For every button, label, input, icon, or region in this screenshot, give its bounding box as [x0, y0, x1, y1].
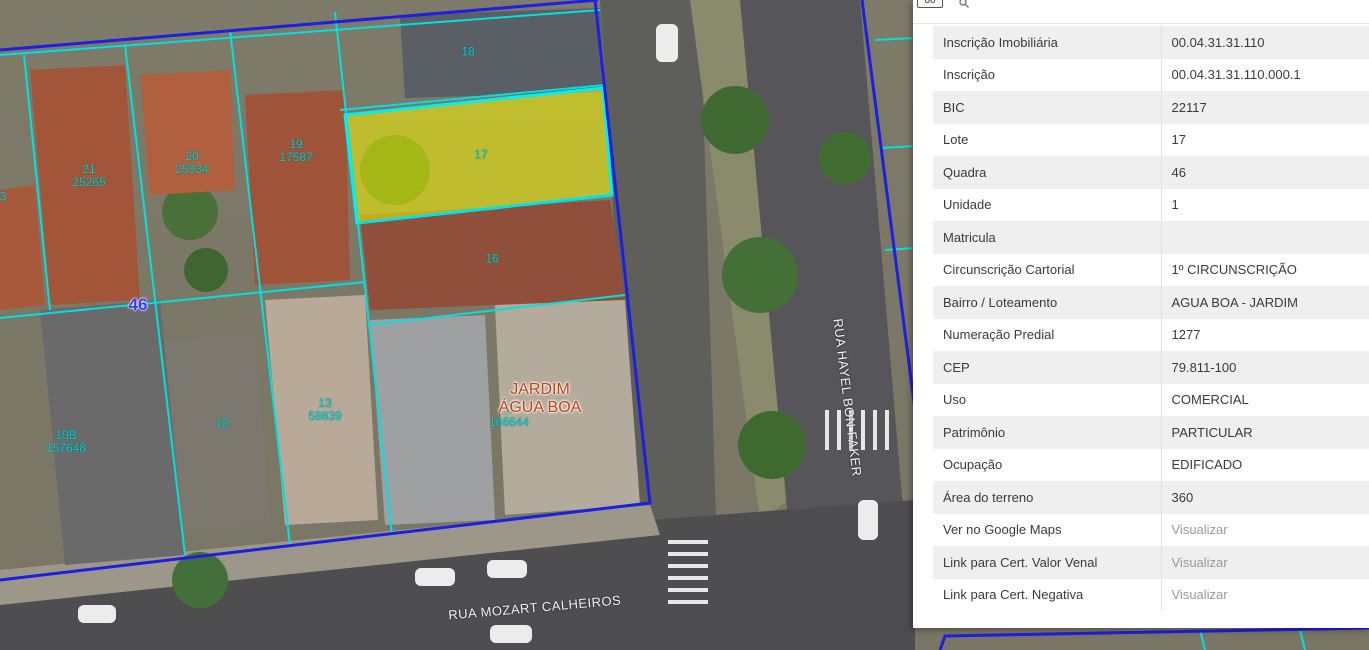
table-row: Inscrição 00.04.31.31.110.000.1: [933, 58, 1369, 91]
roof: [165, 335, 270, 530]
attr-value: COMERCIAL: [1161, 383, 1369, 416]
popup-header-button[interactable]: 00: [917, 0, 943, 8]
table-row: Matricula: [933, 221, 1369, 254]
table-row: BIC 22117: [933, 91, 1369, 124]
table-row: CEP 79.811-100: [933, 351, 1369, 384]
attr-value: 22117: [1161, 91, 1369, 124]
tree: [172, 552, 228, 608]
lot-label-16: 16: [485, 251, 499, 266]
attr-value: 46: [1161, 156, 1369, 189]
cert-negativa-link[interactable]: Visualizar: [1161, 578, 1369, 611]
lot-label-edge: 3: [0, 189, 7, 204]
table-row: Unidade 1: [933, 188, 1369, 221]
table-row: Link para Cert. Valor Venal Visualizar: [933, 546, 1369, 579]
table-row: Link para Cert. Negativa Visualizar: [933, 578, 1369, 611]
attr-value: [1161, 221, 1369, 254]
lot-label-17: 17: [474, 147, 488, 162]
attr-value: PARTICULAR: [1161, 416, 1369, 449]
lot-label-18: 18: [461, 44, 475, 59]
attr-key: Lote: [933, 123, 1162, 156]
tree: [738, 411, 806, 479]
attr-key: CEP: [933, 351, 1162, 384]
lot-label-21: 21 25265: [72, 162, 106, 189]
google-maps-link[interactable]: Visualizar: [1161, 513, 1369, 546]
lot-label-19: 19 17587: [279, 137, 313, 164]
tree: [819, 132, 871, 184]
attr-key: Bairro / Loteamento: [933, 286, 1162, 319]
attr-key: Área do terreno: [933, 481, 1162, 514]
table-row: Numeração Predial 1277: [933, 318, 1369, 351]
neighborhood-label: JARDIM ÁGUA BOA: [498, 381, 582, 416]
table-row: Lote 17: [933, 123, 1369, 156]
table-row: Ocupação EDIFICADO: [933, 448, 1369, 481]
attr-key: Numeração Predial: [933, 318, 1162, 351]
roof: [140, 70, 235, 195]
lot-label-12: 12: [215, 415, 229, 430]
attr-value: 360: [1161, 481, 1369, 514]
block-label: 46: [128, 295, 148, 314]
table-row: Quadra 46: [933, 156, 1369, 189]
attribute-table: Inscrição Imobiliária 00.04.31.31.110 Ins…: [933, 26, 1369, 611]
table-row: Ver no Google Maps Visualizar: [933, 513, 1369, 546]
feature-info-popup[interactable]: 00 Inscrição Imobiliária 00.04.31.31.110 …: [913, 0, 1369, 628]
attr-key: Quadra: [933, 156, 1162, 189]
table-row: Circunscrição Cartorial 1º CIRCUNSCRIÇÃO: [933, 253, 1369, 286]
attr-key: Circunscrição Cartorial: [933, 253, 1162, 286]
roof: [245, 90, 350, 285]
attr-value: EDIFICADO: [1161, 448, 1369, 481]
attr-value: 00.04.31.31.110.000.1: [1161, 58, 1369, 91]
tree: [701, 86, 769, 154]
attr-key: BIC: [933, 91, 1162, 124]
table-row: Inscrição Imobiliária 00.04.31.31.110: [933, 26, 1369, 59]
lot-label-20: 20 25934: [175, 149, 209, 176]
valor-venal-link[interactable]: Visualizar: [1161, 546, 1369, 579]
tree: [722, 237, 798, 313]
attr-key: Link para Cert. Negativa: [933, 578, 1162, 611]
attr-value: 17: [1161, 123, 1369, 156]
roof-solar: [400, 8, 605, 98]
attr-key: Patrimônio: [933, 416, 1162, 449]
attr-value: 1277: [1161, 318, 1369, 351]
attr-value: 79.811-100: [1161, 351, 1369, 384]
tree: [184, 248, 228, 292]
attr-key: Ver no Google Maps: [933, 513, 1162, 546]
table-row: Patrimônio PARTICULAR: [933, 416, 1369, 449]
search-icon[interactable]: [959, 0, 969, 8]
attr-value: 1º CIRCUNSCRIÇÃO: [1161, 253, 1369, 286]
lot-label-13: 13 58839: [308, 396, 342, 423]
attr-key: Link para Cert. Valor Venal: [933, 546, 1162, 579]
lot-label-10b: 10B 157648: [45, 428, 87, 455]
attr-key: Unidade: [933, 188, 1162, 221]
roof: [370, 315, 495, 525]
attr-value: AGUA BOA - JARDIM: [1161, 286, 1369, 319]
attr-key: Ocupação: [933, 448, 1162, 481]
attr-key: Inscrição Imobiliária: [933, 26, 1162, 59]
table-row: Área do terreno 360: [933, 481, 1369, 514]
attr-key: Matricula: [933, 221, 1162, 254]
attr-key: Uso: [933, 383, 1162, 416]
attr-value: 00.04.31.31.110: [1161, 26, 1369, 59]
popup-header: 00: [913, 0, 1369, 24]
table-row: Bairro / Loteamento AGUA BOA - JARDIM: [933, 286, 1369, 319]
attr-key: Inscrição: [933, 58, 1162, 91]
attr-value: 1: [1161, 188, 1369, 221]
table-row: Uso COMERCIAL: [933, 383, 1369, 416]
